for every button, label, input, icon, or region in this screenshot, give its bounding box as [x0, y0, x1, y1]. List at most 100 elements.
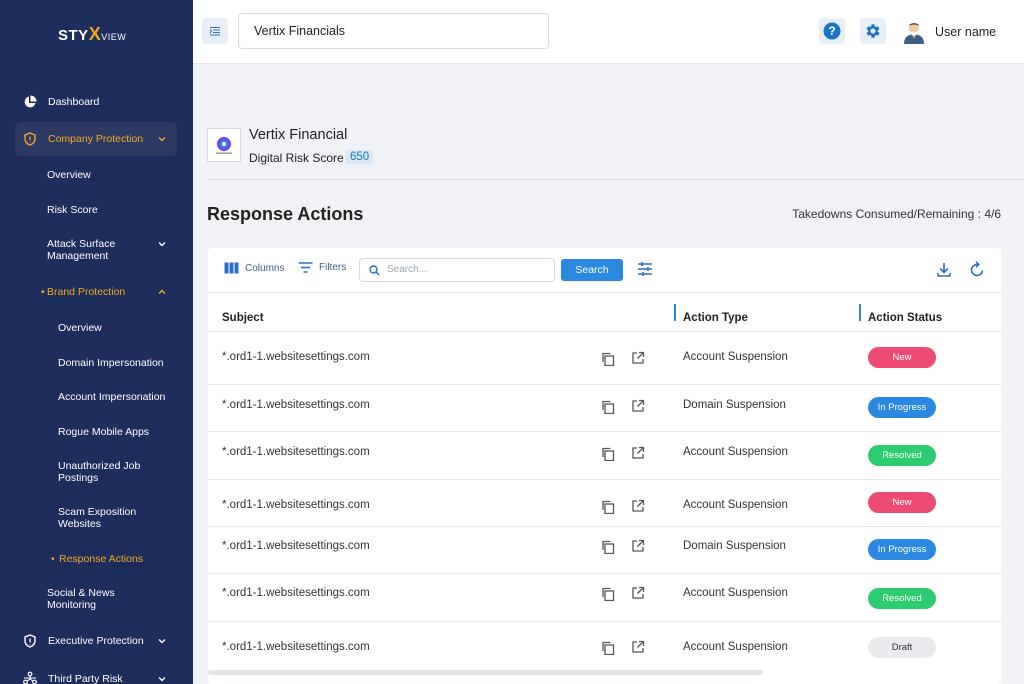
sidebar-item-domain-impersonation[interactable]: Domain Impersonation	[0, 357, 193, 369]
table-row[interactable]: *.ord1-1.websitesettings.com Account Sus…	[208, 480, 1001, 528]
column-header-subject[interactable]: Subject	[222, 312, 264, 324]
table-row[interactable]: *.ord1-1.websitesettings.com Domain Susp…	[208, 385, 1001, 433]
chevron-down-icon	[158, 639, 166, 644]
action-type-cell: Account Suspension	[683, 351, 788, 363]
copy-icon[interactable]	[601, 447, 615, 461]
subject-cell: *.ord1-1.websitesettings.com	[222, 540, 370, 552]
menu-toggle-button[interactable]	[202, 18, 228, 44]
subject-cell: *.ord1-1.websitesettings.com	[222, 351, 370, 363]
sidebar-item-attack-surface[interactable]: Attack Surface Management	[0, 238, 193, 262]
sliders-icon[interactable]	[637, 261, 653, 277]
logo-text-x: X	[88, 24, 102, 44]
sidebar-item-brand-protection[interactable]: • Brand Protection	[0, 286, 193, 298]
risk-score-label: Digital Risk Score	[249, 151, 344, 165]
open-external-icon[interactable]	[631, 586, 645, 600]
sidebar-item-unauthorized-job-postings[interactable]: Unauthorized Job Postings	[0, 460, 193, 484]
copy-icon[interactable]	[601, 587, 615, 601]
search-input[interactable]: Search...	[359, 258, 555, 282]
sidebar-item-label: Unauthorized Job Postings	[58, 460, 141, 484]
sidebar-item-label: Rogue Mobile Apps	[58, 426, 150, 438]
column-resize-handle[interactable]	[674, 304, 676, 321]
company-name: Vertix Financial	[249, 127, 348, 143]
search-icon	[369, 265, 380, 276]
takedowns-counter: Takedowns Consumed/Remaining : 4/6	[792, 207, 1001, 221]
search-button[interactable]: Search	[561, 259, 623, 281]
status-badge: Resolved	[868, 588, 936, 609]
copy-icon[interactable]	[601, 400, 615, 414]
sidebar-item-label: Social & News Monitoring	[47, 587, 115, 611]
open-external-icon[interactable]	[631, 640, 645, 654]
open-external-icon[interactable]	[631, 399, 645, 413]
download-icon[interactable]	[936, 262, 952, 278]
sidebar-item-company-protection[interactable]: Company Protection	[0, 132, 193, 146]
response-actions-card: Columns Filters Search... Search Subject…	[208, 248, 1001, 684]
columns-label: Columns	[245, 262, 285, 274]
action-type-cell: Account Suspension	[683, 587, 788, 599]
gear-icon	[866, 24, 880, 38]
sidebar-item-executive-protection[interactable]: Executive Protection	[0, 634, 193, 648]
open-external-icon[interactable]	[631, 446, 645, 460]
status-badge: New	[868, 347, 936, 368]
company-logo-icon	[216, 137, 232, 154]
copy-icon[interactable]	[601, 352, 615, 366]
sidebar-item-brand-overview[interactable]: Overview	[0, 322, 193, 334]
horizontal-scrollbar[interactable]	[208, 670, 763, 675]
copy-icon[interactable]	[601, 641, 615, 655]
sidebar-item-dashboard[interactable]: Dashboard	[0, 95, 193, 109]
copy-icon[interactable]	[601, 500, 615, 514]
sidebar-item-scam-exposition[interactable]: Scam Exposition Websites	[0, 506, 193, 530]
columns-button[interactable]: Columns	[224, 262, 284, 274]
sidebar-item-overview[interactable]: Overview	[0, 169, 193, 181]
page-title: Response Actions	[207, 204, 364, 224]
sidebar-item-label: Response Actions	[59, 553, 144, 565]
sidebar-item-label: Attack Surface Management	[47, 238, 116, 262]
bullet-dot: •	[41, 286, 45, 298]
sidebar-item-risk-score[interactable]: Risk Score	[0, 204, 193, 216]
open-external-icon[interactable]	[631, 539, 645, 553]
column-resize-handle[interactable]	[859, 304, 861, 321]
open-external-icon[interactable]	[631, 351, 645, 365]
table-row[interactable]: *.ord1-1.websitesettings.com Account Sus…	[208, 332, 1001, 380]
open-external-icon[interactable]	[631, 499, 645, 513]
svg-text:?: ?	[828, 24, 835, 38]
organization-input[interactable]: Vertix Financials	[238, 13, 549, 49]
sidebar-item-label: Risk Score	[47, 204, 98, 216]
action-type-cell: Account Suspension	[683, 446, 788, 458]
action-type-cell: Account Suspension	[683, 499, 788, 511]
help-button[interactable]: ?	[819, 18, 845, 44]
user-name[interactable]: User name	[935, 25, 996, 39]
copy-icon[interactable]	[601, 540, 615, 554]
sidebar: STYXVIEW Dashboard Company Protection Ov…	[0, 0, 193, 684]
sidebar-item-label: Account Impersonation	[58, 391, 166, 403]
avatar[interactable]	[902, 20, 926, 44]
table-row[interactable]: *.ord1-1.websitesettings.com Domain Susp…	[208, 527, 1001, 575]
settings-button[interactable]	[860, 18, 886, 44]
menu-list-icon	[209, 26, 220, 36]
column-header-action-type[interactable]: Action Type	[683, 312, 748, 324]
action-type-cell: Account Suspension	[683, 641, 788, 653]
sidebar-item-social-news[interactable]: Social & News Monitoring	[0, 587, 193, 611]
header-divider	[207, 179, 1024, 180]
chevron-up-icon	[158, 289, 166, 294]
sidebar-item-rogue-mobile-apps[interactable]: Rogue Mobile Apps	[0, 426, 193, 438]
column-header-action-status[interactable]: Action Status	[868, 312, 942, 324]
sidebar-item-third-party-risk[interactable]: Third Party Risk	[0, 671, 193, 684]
subject-cell: *.ord1-1.websitesettings.com	[222, 587, 370, 599]
sidebar-item-label: Company Protection	[48, 133, 144, 145]
subject-cell: *.ord1-1.websitesettings.com	[222, 641, 370, 653]
help-icon: ?	[823, 22, 841, 40]
sidebar-item-account-impersonation[interactable]: Account Impersonation	[0, 391, 193, 403]
styx-logo[interactable]: STYXVIEW	[58, 24, 126, 45]
table-row[interactable]: *.ord1-1.websitesettings.com Account Sus…	[208, 622, 1001, 670]
sidebar-item-label: Domain Impersonation	[58, 357, 164, 369]
sidebar-item-response-actions[interactable]: • Response Actions	[0, 553, 193, 565]
filters-button[interactable]: Filters	[298, 262, 346, 273]
table-row[interactable]: *.ord1-1.websitesettings.com Account Sus…	[208, 432, 1001, 480]
refresh-icon[interactable]	[969, 261, 986, 278]
action-type-cell: Domain Suspension	[683, 540, 786, 552]
chevron-down-icon	[158, 242, 166, 247]
table-row[interactable]: *.ord1-1.websitesettings.com Account Sus…	[208, 574, 1001, 622]
action-type-cell: Domain Suspension	[683, 399, 786, 411]
logo-text-sty: STY	[58, 27, 89, 44]
chevron-down-icon	[158, 677, 166, 682]
